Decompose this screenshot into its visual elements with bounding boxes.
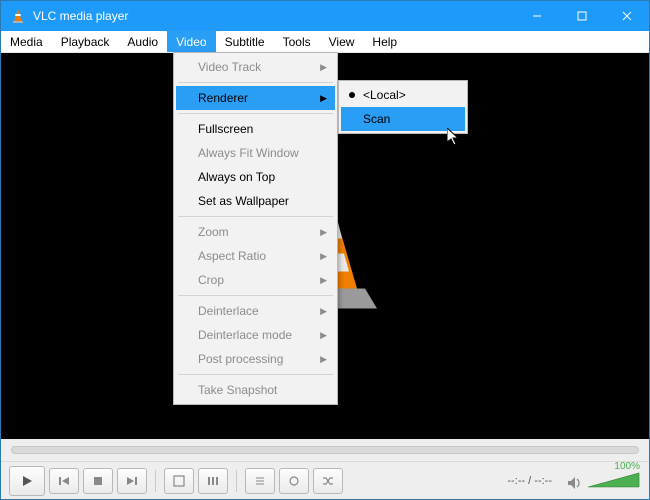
menu-separator	[178, 82, 333, 83]
app-icon	[9, 7, 27, 25]
menuitem-set-as-wallpaper[interactable]: Set as Wallpaper	[176, 189, 335, 213]
menubar: Media Playback Audio Video Subtitle Tool…	[1, 31, 649, 53]
separator	[236, 470, 237, 492]
menuitem-crop[interactable]: Crop▶	[176, 268, 335, 292]
menu-subtitle[interactable]: Subtitle	[216, 31, 274, 52]
menuitem-deinterlace[interactable]: Deinterlace▶	[176, 299, 335, 323]
next-button[interactable]	[117, 468, 147, 494]
controls-bar: --:-- / --:-- 100%	[1, 461, 649, 499]
menuitem-renderer-local[interactable]: <Local>	[341, 83, 465, 107]
menuitem-zoom[interactable]: Zoom▶	[176, 220, 335, 244]
playlist-button[interactable]	[245, 468, 275, 494]
prev-button[interactable]	[49, 468, 79, 494]
play-button[interactable]	[9, 466, 45, 496]
volume-percent: 100%	[614, 461, 640, 472]
close-button[interactable]	[604, 1, 649, 31]
menu-view[interactable]: View	[320, 31, 364, 52]
chevron-right-icon: ▶	[320, 306, 327, 317]
menu-audio[interactable]: Audio	[118, 31, 167, 52]
chevron-right-icon: ▶	[320, 62, 327, 73]
ext-settings-button[interactable]	[198, 468, 228, 494]
menu-separator	[178, 216, 333, 217]
seek-slider[interactable]	[11, 446, 639, 454]
video-menu-dropdown: Video Track▶ Renderer▶ Fullscreen Always…	[173, 52, 338, 405]
titlebar: VLC media player	[1, 1, 649, 31]
menu-tools[interactable]: Tools	[274, 31, 320, 52]
radio-dot-icon	[349, 92, 355, 98]
chevron-right-icon: ▶	[320, 354, 327, 365]
renderer-submenu: <Local> Scan	[338, 80, 468, 134]
seekbar-row	[1, 439, 649, 461]
volume-slider[interactable]	[586, 471, 641, 491]
maximize-button[interactable]	[559, 1, 604, 31]
menuitem-renderer-scan[interactable]: Scan	[341, 107, 465, 131]
menuitem-always-fit-window[interactable]: Always Fit Window	[176, 141, 335, 165]
chevron-right-icon: ▶	[320, 275, 327, 286]
speaker-icon	[566, 475, 582, 491]
menu-separator	[178, 374, 333, 375]
random-button[interactable]	[313, 468, 343, 494]
loop-button[interactable]	[279, 468, 309, 494]
chevron-right-icon: ▶	[320, 330, 327, 341]
chevron-right-icon: ▶	[320, 93, 327, 104]
menuitem-aspect-ratio[interactable]: Aspect Ratio▶	[176, 244, 335, 268]
menu-video[interactable]: Video	[167, 31, 215, 52]
fullscreen-button[interactable]	[164, 468, 194, 494]
menuitem-fullscreen[interactable]: Fullscreen	[176, 117, 335, 141]
separator	[155, 470, 156, 492]
menu-separator	[178, 113, 333, 114]
time-display: --:-- / --:--	[507, 475, 552, 487]
stop-button[interactable]	[83, 468, 113, 494]
menuitem-post-processing[interactable]: Post processing▶	[176, 347, 335, 371]
chevron-right-icon: ▶	[320, 251, 327, 262]
chevron-right-icon: ▶	[320, 227, 327, 238]
menuitem-always-on-top[interactable]: Always on Top	[176, 165, 335, 189]
menuitem-take-snapshot[interactable]: Take Snapshot	[176, 378, 335, 402]
menu-playback[interactable]: Playback	[52, 31, 119, 52]
minimize-button[interactable]	[514, 1, 559, 31]
volume-control[interactable]	[566, 471, 641, 491]
menu-help[interactable]: Help	[363, 31, 406, 52]
window-title: VLC media player	[33, 9, 514, 23]
menu-separator	[178, 295, 333, 296]
menuitem-video-track[interactable]: Video Track▶	[176, 55, 335, 79]
menu-media[interactable]: Media	[1, 31, 52, 52]
menuitem-deinterlace-mode[interactable]: Deinterlace mode▶	[176, 323, 335, 347]
menuitem-renderer[interactable]: Renderer▶	[176, 86, 335, 110]
